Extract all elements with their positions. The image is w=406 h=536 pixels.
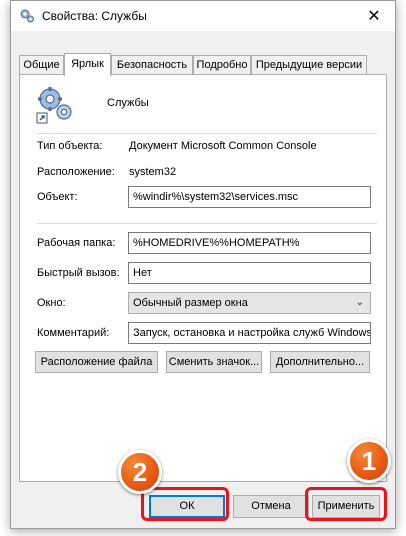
run-select[interactable]: Обычный размер окна ⌄ xyxy=(128,292,371,314)
location-label: Расположение: xyxy=(37,166,115,178)
apply-highlight-frame xyxy=(305,487,387,521)
services-gears-icon xyxy=(36,87,72,124)
comment-field[interactable]: Запуск, остановка и настройка служб Wind… xyxy=(128,322,371,344)
step-2-badge: 2 xyxy=(118,450,162,494)
start-in-field[interactable]: %HOMEDRIVE%%HOMEPATH% xyxy=(128,232,371,254)
location-value: system32 xyxy=(129,166,177,178)
cancel-button[interactable]: Отмена xyxy=(233,495,309,518)
type-label: Тип объекта: xyxy=(37,140,103,152)
run-select-value: Обычный размер окна xyxy=(133,297,248,309)
tab-security[interactable]: Безопасность xyxy=(111,55,193,75)
chevron-down-icon: ⌄ xyxy=(355,297,364,308)
step-1-badge: 1 xyxy=(347,439,391,483)
change-icon-button[interactable]: Сменить значок... xyxy=(166,351,262,373)
tab-strip: Общие Ярлык Безопасность Подробно Предыд… xyxy=(19,53,387,76)
divider xyxy=(37,223,377,224)
open-file-location-button[interactable]: Расположение файла xyxy=(35,351,158,373)
comment-label: Комментарий: xyxy=(37,327,110,339)
hotkey-label: Быстрый вызов: xyxy=(37,267,120,279)
window-title: Свойства: Службы xyxy=(42,9,147,23)
close-icon: ✕ xyxy=(367,8,381,25)
divider xyxy=(37,133,377,134)
start-in-label: Рабочая папка: xyxy=(37,237,116,249)
type-value: Документ Microsoft Common Console xyxy=(129,140,317,152)
tab-general[interactable]: Общие xyxy=(19,55,64,75)
tab-previous-versions[interactable]: Предыдущие версии xyxy=(251,55,367,75)
tab-shortcut[interactable]: Ярлык xyxy=(64,53,111,76)
tab-details[interactable]: Подробно xyxy=(193,55,251,75)
shortcut-name: Службы xyxy=(107,97,149,109)
ok-highlight-frame xyxy=(141,487,229,521)
title-bar: Свойства: Службы ✕ xyxy=(11,1,395,31)
hotkey-field[interactable]: Нет xyxy=(128,262,371,284)
properties-window: Свойства: Службы ✕ Общие Ярлык Безопасно… xyxy=(10,0,396,529)
services-gears-icon xyxy=(20,9,34,23)
advanced-button[interactable]: Дополнительно... xyxy=(270,351,370,373)
target-field[interactable]: %windir%\system32\services.msc xyxy=(128,186,371,208)
target-label: Объект: xyxy=(37,191,78,203)
run-label: Окно: xyxy=(37,297,66,309)
close-button[interactable]: ✕ xyxy=(353,1,395,31)
